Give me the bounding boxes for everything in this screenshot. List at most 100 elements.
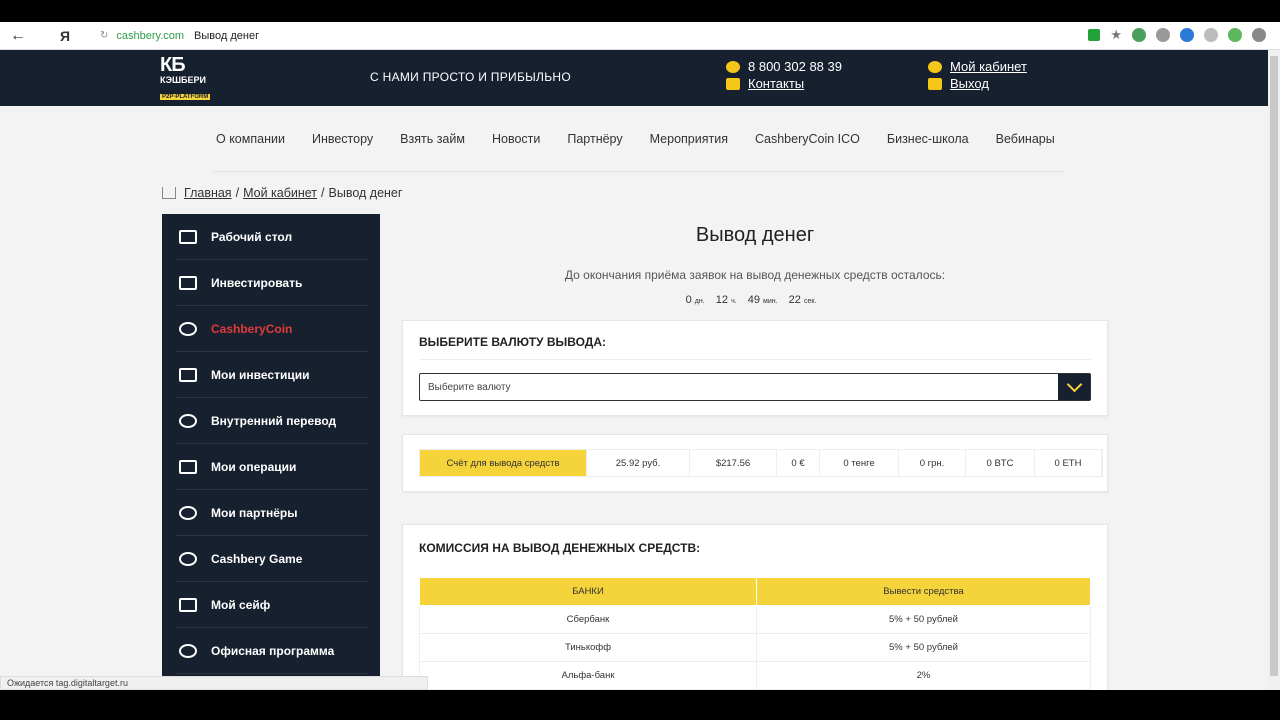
timer-hours: 12 [715, 294, 729, 306]
sidebar-item-game[interactable]: Cashbery Game [176, 536, 368, 582]
timer-seconds-unit: сек. [803, 298, 817, 305]
slogan: С НАМИ ПРОСТО И ПРИБЫЛЬНО [370, 70, 572, 84]
browser-extensions: ★ [1088, 27, 1266, 43]
browser-window: ← Я ↻ cashbery.com Вывод денег ★ КБ КЭШБ… [0, 22, 1280, 690]
sidebar-item-label: Мои инвестиции [211, 367, 310, 382]
header-contacts: 8 800 302 88 39 Контакты [726, 58, 842, 92]
sidebar-item-label: Внутренний перевод [211, 413, 337, 428]
logout-link[interactable]: Выход [950, 76, 989, 91]
sidebar-item-my-investments[interactable]: Мои инвестиции [176, 352, 368, 398]
balance-value: 0 тенге [820, 450, 899, 476]
bank-name: Альфа-банк [419, 661, 757, 690]
table-row: Альфа-банк 2% [419, 661, 1091, 690]
breadcrumb-home[interactable]: Главная [184, 186, 232, 200]
extension-icon[interactable] [1132, 28, 1146, 42]
table-header-withdraw: Вывести средства [756, 577, 1091, 606]
globe-icon[interactable] [1204, 28, 1218, 42]
my-cabinet-link[interactable]: Мой кабинет [950, 59, 1027, 74]
commission-table: БАНКИ Вывести средства Сбербанк 5% + 50 р… [419, 577, 1091, 690]
nav-item-ico[interactable]: CashberyCoin ICO [755, 132, 860, 146]
sidebar: Рабочий стол Инвестировать CashberyCoin … [162, 214, 380, 690]
address-domain[interactable]: cashbery.com [116, 30, 184, 42]
sidebar-item-label: Cashbery Game [211, 551, 303, 566]
nav-item-events[interactable]: Мероприятия [650, 132, 728, 146]
page-scrollbar[interactable] [1268, 50, 1280, 690]
timer-minutes: 49 [747, 294, 760, 306]
nav-divider [214, 171, 1064, 172]
sidebar-item-invest[interactable]: Инвестировать [176, 260, 368, 306]
address-page-title[interactable]: Вывод денег [194, 30, 259, 42]
nav-item-school[interactable]: Бизнес-школа [887, 132, 969, 146]
extension-icon[interactable] [1180, 28, 1194, 42]
timer-days: 0 [685, 294, 692, 306]
balance-value: 0 ETH [1035, 450, 1102, 476]
balance-value: 25.92 руб. [587, 450, 690, 476]
sidebar-item-label: Офисная программа [211, 643, 335, 658]
countdown-timer: 0 дн. 12 ч. 49 мин. 22 сек. [402, 294, 1108, 306]
currency-card-title: ВЫБЕРИТЕ ВАЛЮТУ ВЫВОДА: [419, 335, 607, 349]
nav-item-about[interactable]: О компании [216, 132, 285, 146]
bank-fee: 5% + 50 рублей [756, 633, 1091, 662]
currency-select-toggle[interactable] [1058, 374, 1090, 400]
monitor-icon [179, 229, 197, 244]
logo-mark: КБ [160, 54, 186, 76]
nav-item-loan[interactable]: Взять займ [400, 132, 465, 146]
sidebar-item-label: Мои операции [211, 459, 297, 474]
sidebar-item-office[interactable]: Офисная программа [176, 628, 368, 674]
timer-days-unit: дн. [694, 298, 705, 305]
nav-item-webinars[interactable]: Вебинары [996, 132, 1055, 146]
breadcrumb-cabinet[interactable]: Мой кабинет [243, 186, 317, 200]
sidebar-item-safe[interactable]: Мой сейф [176, 582, 368, 628]
nav-item-partner[interactable]: Партнёру [567, 132, 622, 146]
mail-icon [726, 77, 740, 90]
browser-status-bar: Ожидается tag.digitaltarget.ru [0, 676, 428, 690]
scrollbar-thumb[interactable] [1270, 56, 1278, 676]
extension-icon[interactable] [1228, 28, 1242, 42]
commission-card: КОМИССИЯ НА ВЫВОД ДЕНЕЖНЫХ СРЕДСТВ: БАНК… [402, 524, 1108, 690]
user-dollar-icon [179, 505, 197, 520]
timer-minutes-unit: мин. [763, 298, 778, 305]
sidebar-item-internal-transfer[interactable]: Внутренний перевод [176, 398, 368, 444]
reload-icon[interactable]: ↻ [100, 30, 108, 41]
balance-value: 0 грн. [899, 450, 966, 476]
sidebar-item-partners[interactable]: Мои партнёры [176, 490, 368, 536]
back-arrow-icon[interactable]: ← [10, 27, 36, 45]
contacts-link[interactable]: Контакты [748, 76, 804, 91]
logo-sub: P2P-PLATFORM [160, 94, 211, 100]
sidebar-item-label: Мой сейф [211, 597, 271, 612]
main-nav: О компании Инвестору Взять займ Новости … [216, 132, 1082, 146]
phone-icon [726, 60, 740, 73]
currency-select[interactable]: Выберите валюту [419, 373, 1091, 401]
home-icon [162, 187, 176, 199]
gamepad-icon [179, 551, 197, 566]
coin-icon [179, 321, 197, 336]
sidebar-item-cashberycoin[interactable]: CashberyCoin [176, 306, 368, 352]
nav-item-investor[interactable]: Инвестору [312, 132, 373, 146]
timer-hours-unit: ч. [731, 298, 737, 305]
site-logo[interactable]: КБ КЭШБЕРИ P2P-PLATFORM [160, 54, 218, 102]
card-divider [419, 359, 1091, 360]
bank-fee: 2% [756, 661, 1091, 690]
breadcrumb-sep: / [235, 186, 240, 200]
sidebar-item-label: Инвестировать [211, 275, 303, 290]
header-account: Мой кабинет Выход [928, 58, 1027, 92]
bank-name: Сбербанк [419, 605, 757, 634]
chart-monitor-icon [179, 367, 197, 382]
logo-brand: КЭШБЕРИ [160, 75, 206, 85]
balance-value: 0 € [777, 450, 820, 476]
chevron-down-icon [1066, 376, 1082, 393]
breadcrumb-current: Вывод денег [328, 186, 403, 200]
balances-row: Счёт для вывода средств 25.92 руб. $217.56… [419, 449, 1103, 477]
extension-icon[interactable] [1156, 28, 1170, 42]
balance-value: $217.56 [690, 450, 777, 476]
phone-number[interactable]: 8 800 302 88 39 [748, 59, 842, 74]
sidebar-item-desktop[interactable]: Рабочий стол [176, 214, 368, 260]
bookmark-star-icon[interactable]: ★ [1110, 27, 1122, 43]
currency-card: ВЫБЕРИТЕ ВАЛЮТУ ВЫВОДА: Выберите валюту [402, 320, 1108, 416]
page-title: Вывод денег [695, 224, 815, 246]
lock-icon[interactable] [1088, 29, 1101, 41]
menu-icon[interactable] [1252, 28, 1266, 42]
nav-item-news[interactable]: Новости [492, 132, 540, 146]
sidebar-item-operations[interactable]: Мои операции [176, 444, 368, 490]
yandex-logo-icon[interactable]: Я [60, 28, 86, 44]
